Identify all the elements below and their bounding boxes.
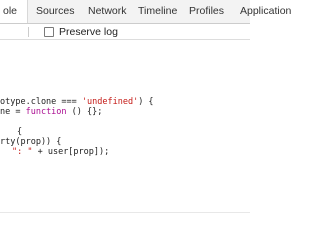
code-text: otype.clone ===	[0, 97, 82, 107]
code-line-3: {	[17, 127, 23, 137]
code-line-1: otype.clone === 'undefined') {	[0, 97, 154, 107]
toolbar-divider	[28, 27, 29, 37]
code-string: 'undefined'	[81, 97, 139, 107]
code-text: ne =	[0, 107, 26, 117]
preserve-log-checkbox[interactable]	[44, 27, 54, 37]
tab-console[interactable]: ole	[0, 0, 27, 23]
code-keyword: function	[25, 107, 67, 117]
console-output[interactable]: otype.clone === 'undefined') { ne = func…	[0, 40, 250, 250]
code-line-2: ne = function () {};	[0, 107, 102, 117]
console-toolbar: Preserve log	[0, 24, 250, 40]
tab-sources[interactable]: Sources	[36, 0, 75, 23]
tab-timeline[interactable]: Timeline	[138, 0, 177, 23]
preserve-log-label: Preserve log	[59, 26, 118, 38]
code-text: + user[prop]);	[32, 147, 110, 157]
code-text: () {};	[66, 107, 103, 117]
devtools-tab-bar: ole Sources Network Timeline Profiles Ap…	[0, 0, 291, 24]
tab-profiles[interactable]: Profiles	[189, 0, 224, 23]
tab-application[interactable]: Application	[240, 0, 291, 23]
tab-divider	[27, 0, 28, 23]
code-line-5: ": " + user[prop]);	[12, 147, 109, 157]
console-prompt-divider	[0, 212, 250, 213]
code-text: ) {	[138, 97, 154, 107]
code-line-4: rty(prop)) {	[0, 137, 62, 147]
tab-network[interactable]: Network	[88, 0, 127, 23]
code-string: ": "	[12, 147, 33, 157]
